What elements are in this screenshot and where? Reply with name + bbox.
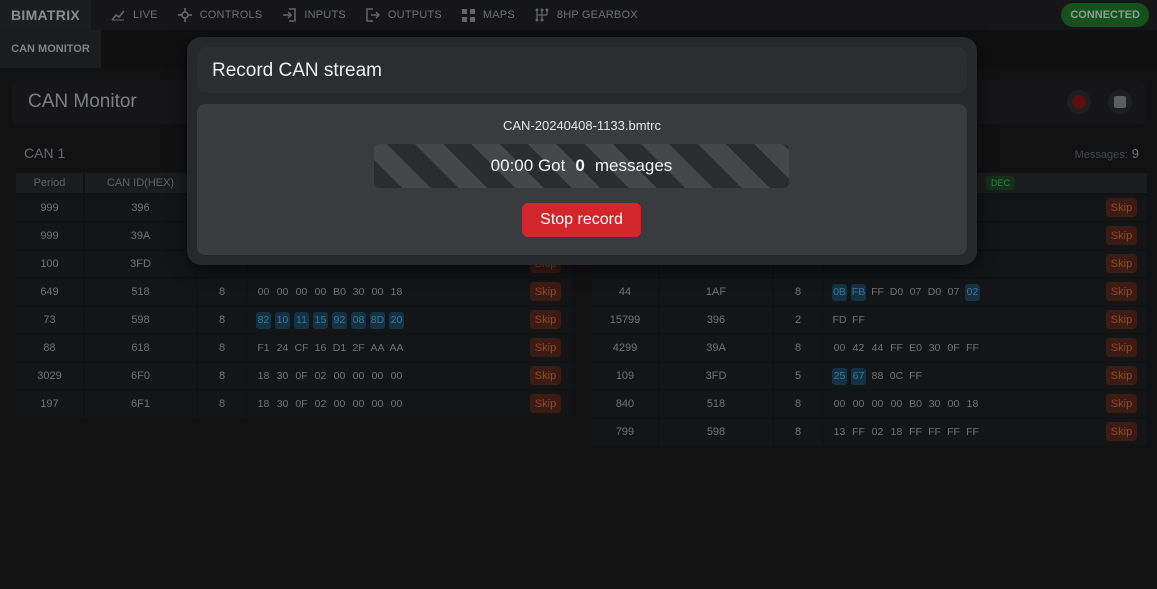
record-message-count: 0 [575, 156, 585, 175]
got-label: Got [537, 156, 566, 175]
dialog-body: CAN-20240408-1133.bmtrc 00:00 Got 0 mess… [197, 104, 967, 255]
record-dialog: Record CAN stream CAN-20240408-1133.bmtr… [187, 37, 977, 265]
dialog-header: Record CAN stream [197, 47, 967, 93]
record-progress-bar: 00:00 Got 0 messages [374, 144, 789, 188]
stop-record-button[interactable]: Stop record [522, 203, 641, 237]
record-timer: 00:00 [490, 156, 534, 175]
dialog-title: Record CAN stream [212, 60, 382, 81]
record-filename: CAN-20240408-1133.bmtrc [502, 118, 661, 133]
messages-label: messages [594, 156, 673, 175]
